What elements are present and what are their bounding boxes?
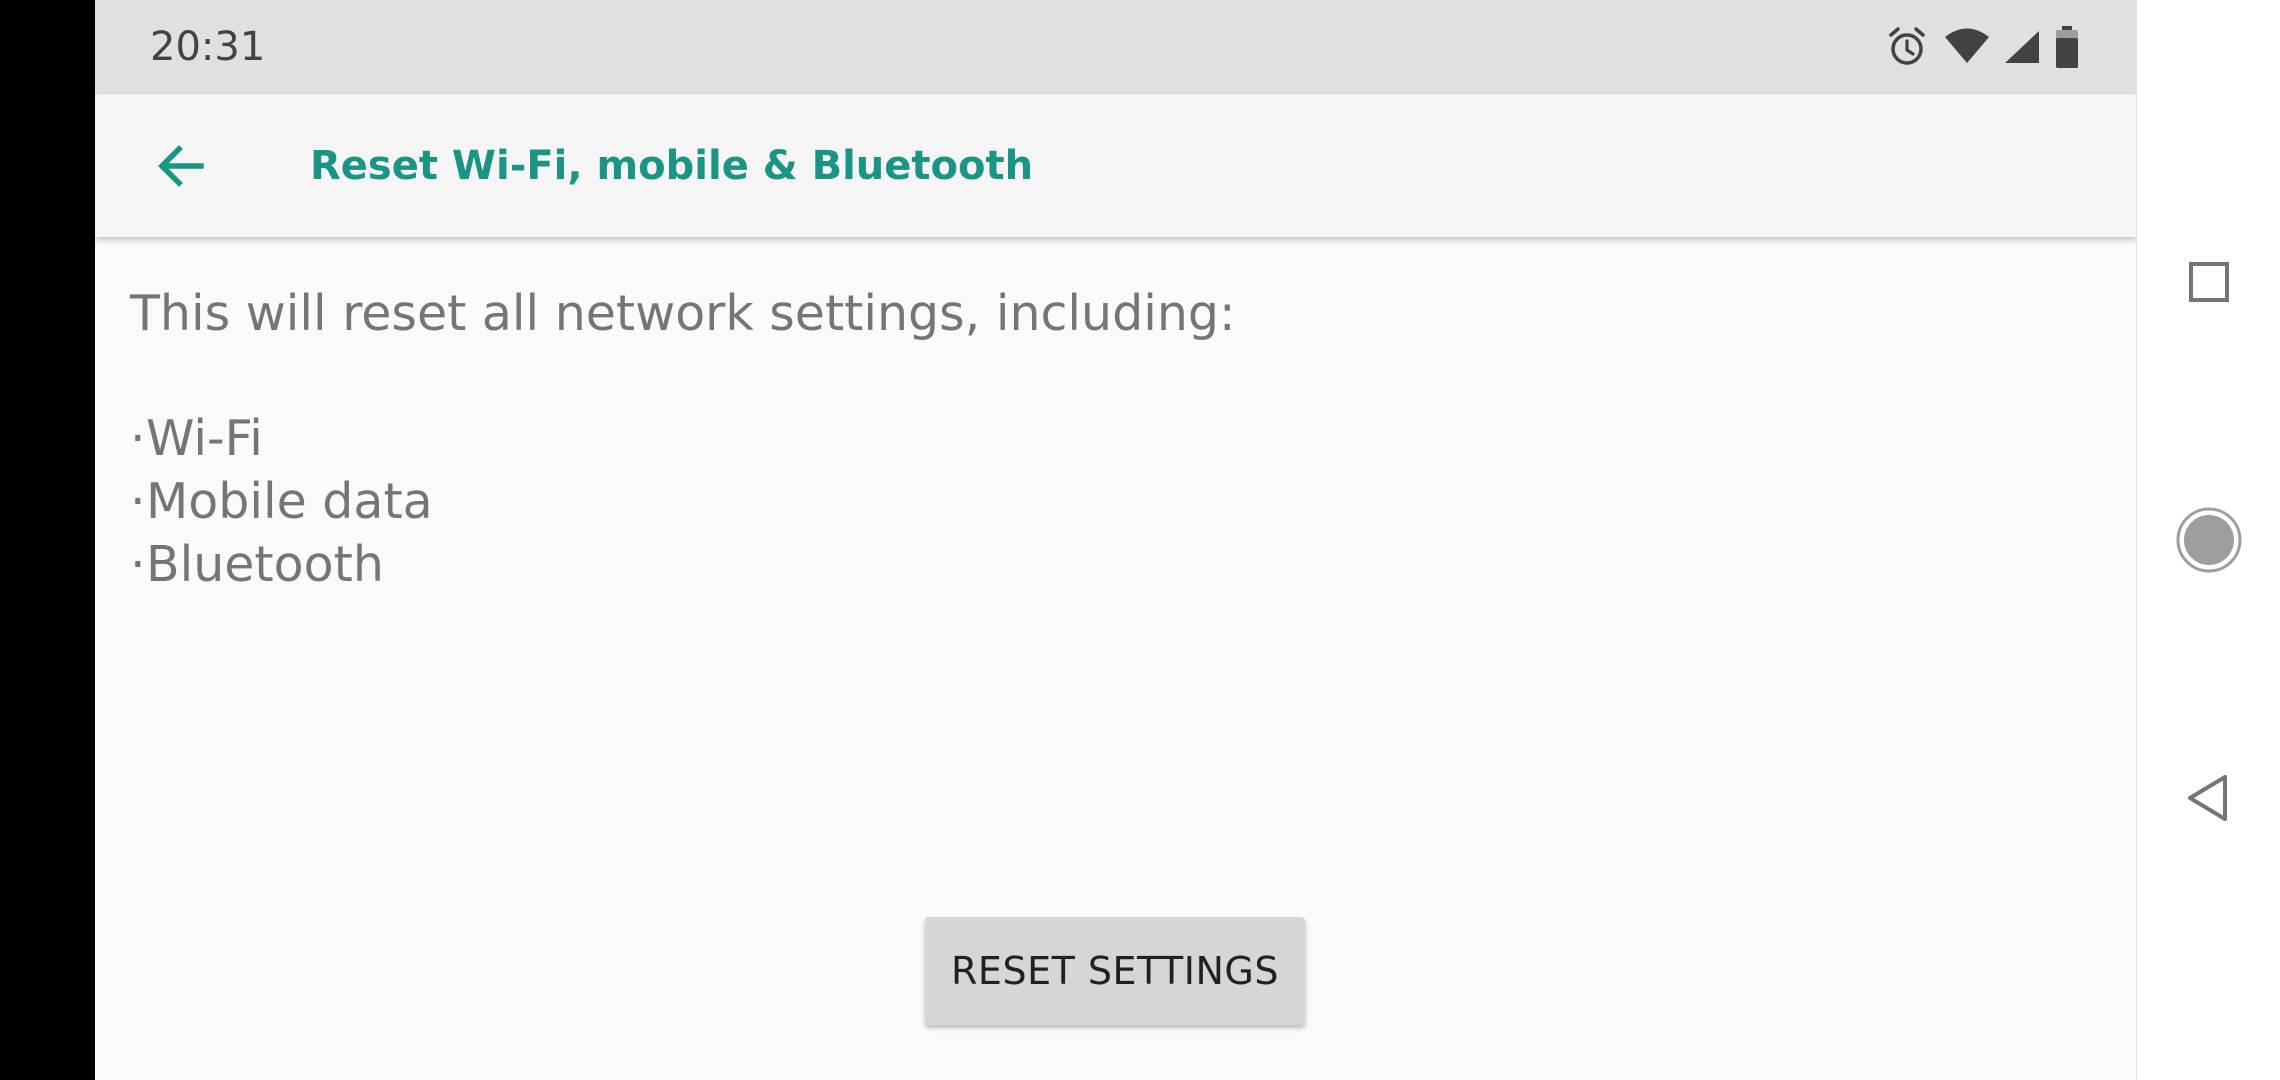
display-cutout: [0, 0, 95, 1080]
reset-items-list: ·Wi-Fi ·Mobile data ·Bluetooth: [130, 407, 433, 596]
list-item: ·Wi-Fi: [130, 407, 433, 470]
arrow-back-icon: [158, 145, 204, 187]
app-bar: Reset Wi-Fi, mobile & Bluetooth: [95, 94, 2136, 237]
wifi-icon: [1945, 28, 1989, 63]
system-back-button[interactable]: [2173, 762, 2245, 834]
content-area: This will reset all network settings, in…: [95, 237, 2136, 1080]
recents-button[interactable]: [2173, 246, 2245, 318]
navigation-bar: [2136, 0, 2280, 1080]
intro-text: This will reset all network settings, in…: [130, 285, 1236, 342]
home-button[interactable]: [2173, 504, 2245, 576]
cellular-signal-icon: [2005, 31, 2039, 63]
back-button[interactable]: [145, 130, 217, 202]
list-item: ·Mobile data: [130, 470, 433, 533]
recents-icon: [2189, 262, 2229, 302]
list-item: ·Bluetooth: [130, 533, 433, 596]
list-item-label: Bluetooth: [146, 536, 384, 593]
home-icon: [2176, 507, 2242, 573]
back-triangle-icon: [2188, 775, 2227, 821]
bullet: ·: [130, 410, 146, 467]
bullet: ·: [130, 473, 146, 530]
bullet: ·: [130, 536, 146, 593]
reset-settings-button[interactable]: RESET SETTINGS: [925, 917, 1305, 1025]
list-item-label: Mobile data: [146, 473, 433, 530]
page-title: Reset Wi-Fi, mobile & Bluetooth: [310, 143, 1034, 189]
screen: 20:31 Reset Wi-Fi, mobile & Bluetooth Th…: [95, 0, 2136, 1080]
list-item-label: Wi-Fi: [146, 410, 263, 467]
status-time: 20:31: [150, 24, 266, 70]
alarm-icon: [1889, 27, 1925, 65]
battery-icon: [2056, 26, 2078, 68]
status-bar: 20:31: [95, 0, 2136, 94]
